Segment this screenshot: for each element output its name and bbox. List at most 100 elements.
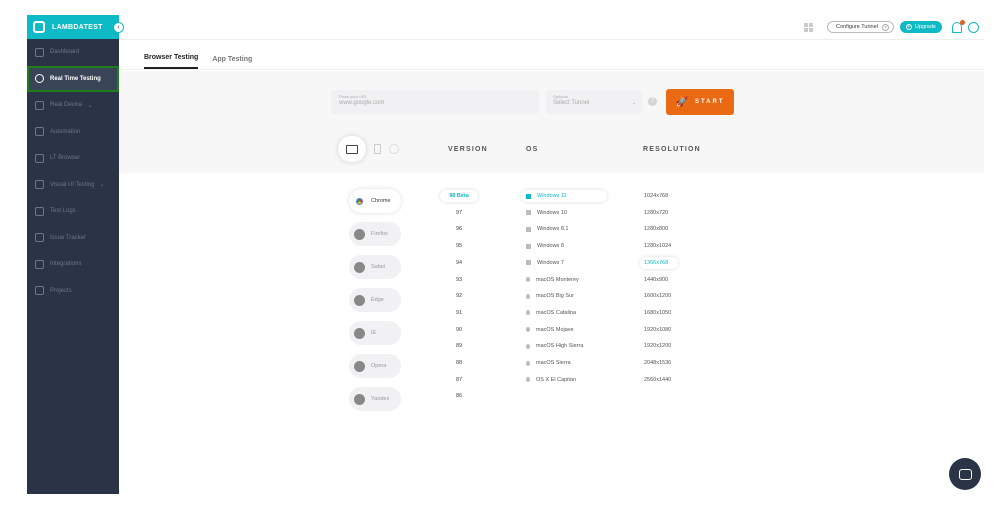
version-option[interactable]: 96 <box>440 223 478 235</box>
os-option[interactable]: macOS Catalina <box>521 307 607 319</box>
version-option[interactable]: 98 Beta <box>440 190 478 202</box>
visual-icon <box>35 180 44 190</box>
tunnel-select[interactable]: Optional Select Tunnel ⌄ <box>546 90 642 114</box>
brand-name: LAMBDATEST <box>52 23 103 31</box>
resolution-option[interactable]: 1920x1080 <box>640 324 678 336</box>
integrations-icon <box>35 259 44 269</box>
browser-option-ie[interactable]: IE <box>349 321 401 345</box>
sidebar-item-automation[interactable]: Automation <box>27 119 119 146</box>
sidebar-item-real-device[interactable]: Real Device ⌄ <box>27 92 119 119</box>
browser-name: Edge <box>371 297 384 303</box>
resolution-option[interactable]: 2048x1536 <box>640 357 678 369</box>
resolution-option[interactable]: 1366x768 <box>640 256 678 269</box>
sidebar-item-real-time-testing[interactable]: Real Time Testing <box>27 65 119 92</box>
desktop-icon <box>346 144 358 154</box>
version-option[interactable]: 95 <box>440 240 478 252</box>
browser-option-yandex[interactable]: Yandex <box>349 387 401 411</box>
tab-browser-testing[interactable]: Browser Testing <box>144 54 199 69</box>
resolution-option[interactable]: 1280x720 <box>640 207 678 219</box>
sidebar-item-visual-ui-testing[interactable]: Visual UI Testing ⌄ <box>27 172 119 199</box>
browser-option-safari[interactable]: Safari <box>349 255 401 279</box>
os-name: macOS Catalina <box>536 309 577 316</box>
device-type-toggle <box>338 136 410 162</box>
os-option[interactable]: macOS Monterey <box>521 274 607 286</box>
version-option[interactable]: 86 <box>440 390 478 402</box>
desktop-device-button[interactable] <box>338 136 366 162</box>
resolution-option[interactable]: 1440x900 <box>640 274 678 286</box>
os-option[interactable]: macOS Sierra <box>521 357 607 369</box>
browser-name: Chrome <box>371 198 391 204</box>
os-option[interactable]: macOS Mojave <box>521 324 607 336</box>
version-option[interactable]: 92 <box>440 290 478 302</box>
version-option[interactable]: 93 <box>440 274 478 286</box>
resolution-option[interactable]: 1280x1024 <box>640 240 678 252</box>
browser-option-chrome[interactable]: Chrome <box>349 189 401 213</box>
dashboard-icon <box>35 47 44 57</box>
version-option[interactable]: 87 <box>440 374 478 386</box>
robot-icon <box>35 127 44 137</box>
os-name: macOS Mojave <box>536 326 574 333</box>
os-option[interactable]: Windows 10 <box>521 207 607 219</box>
version-option[interactable]: 89 <box>440 340 478 352</box>
apps-grid-icon[interactable] <box>804 22 813 32</box>
yandex-icon <box>354 393 365 405</box>
os-option[interactable]: OS X El Capitan <box>521 374 607 386</box>
version-option[interactable]: 94 <box>440 257 478 269</box>
url-input[interactable]: Place your URL www.google.com <box>331 90 539 114</box>
notifications-bell-icon[interactable] <box>952 19 965 33</box>
sidebar-item-integrations[interactable]: Integrations <box>27 251 119 278</box>
windows-icon <box>526 226 531 232</box>
mobile-device-button[interactable] <box>374 144 381 154</box>
logs-icon <box>35 206 44 216</box>
resolution-option[interactable]: 1680x1050 <box>640 307 678 319</box>
user-profile-icon[interactable] <box>968 21 979 33</box>
chat-support-button[interactable] <box>949 458 981 490</box>
browser-option-opera[interactable]: Opera <box>349 354 401 378</box>
resolution-option[interactable]: 1024x768 <box>640 190 678 202</box>
start-button[interactable]: 🚀 START <box>666 89 734 115</box>
os-option[interactable]: macOS High Sierra <box>521 340 607 352</box>
sidebar-item-lt-browser[interactable]: LT Browser <box>27 145 119 172</box>
os-option[interactable]: Windows 8.1 <box>521 223 607 235</box>
version-option[interactable]: 90 <box>440 324 478 336</box>
edge-icon <box>354 294 365 306</box>
apple-icon <box>526 310 530 316</box>
resolution-option[interactable]: 1920x1200 <box>640 340 678 352</box>
browser-name: Firefox <box>371 231 388 237</box>
sidebar-item-dashboard[interactable]: Dashboard <box>27 39 119 66</box>
upgrade-button[interactable]: + Upgrade <box>899 21 942 33</box>
sidebar-item-label: Real Time Testing <box>50 75 101 82</box>
configure-tunnel-button[interactable]: Configure Tunnel ? <box>827 21 894 33</box>
tab-app-testing[interactable]: App Testing <box>212 56 252 69</box>
resolution-option[interactable]: 1280x800 <box>640 223 678 235</box>
chevron-down-icon: ⌄ <box>631 100 636 106</box>
app-frame: LAMBDATEST ‹ Dashboard Real Time Testing R… <box>0 0 1003 506</box>
apple-icon <box>526 343 530 349</box>
os-option[interactable]: Windows 11 <box>521 190 607 202</box>
rocket-icon: 🚀 <box>675 96 688 108</box>
os-option[interactable]: macOS Big Sur <box>521 290 607 302</box>
browser-option-edge[interactable]: Edge <box>349 288 401 312</box>
sidebar-item-test-logs[interactable]: Test Logs <box>27 198 119 225</box>
chat-icon <box>958 468 972 480</box>
help-icon[interactable]: ? <box>648 97 657 106</box>
version-option[interactable]: 97 <box>440 207 478 219</box>
resolution-option[interactable]: 1600x1200 <box>640 290 678 302</box>
apple-icon <box>526 327 530 333</box>
version-option[interactable]: 91 <box>440 307 478 319</box>
sidebar-item-projects[interactable]: Projects <box>27 278 119 305</box>
sidebar-item-issue-tracker[interactable]: Issue Tracker <box>27 225 119 252</box>
rotate-device-button[interactable] <box>389 144 399 154</box>
version-option[interactable]: 88 <box>440 357 478 369</box>
sidebar-item-label: LT Browser <box>50 155 81 162</box>
resolution-option[interactable]: 2560x1440 <box>640 374 678 386</box>
os-option[interactable]: Windows 7 <box>521 257 607 269</box>
sidebar-item-label: Dashboard <box>50 49 80 56</box>
os-name: Windows 8 <box>537 243 564 250</box>
bug-icon <box>35 233 44 243</box>
os-column-header: OS <box>526 146 539 153</box>
os-option[interactable]: Windows 8 <box>521 240 607 252</box>
browser-option-firefox[interactable]: Firefox <box>349 222 401 246</box>
opera-icon <box>354 360 365 372</box>
os-name: Windows 10 <box>537 209 567 216</box>
